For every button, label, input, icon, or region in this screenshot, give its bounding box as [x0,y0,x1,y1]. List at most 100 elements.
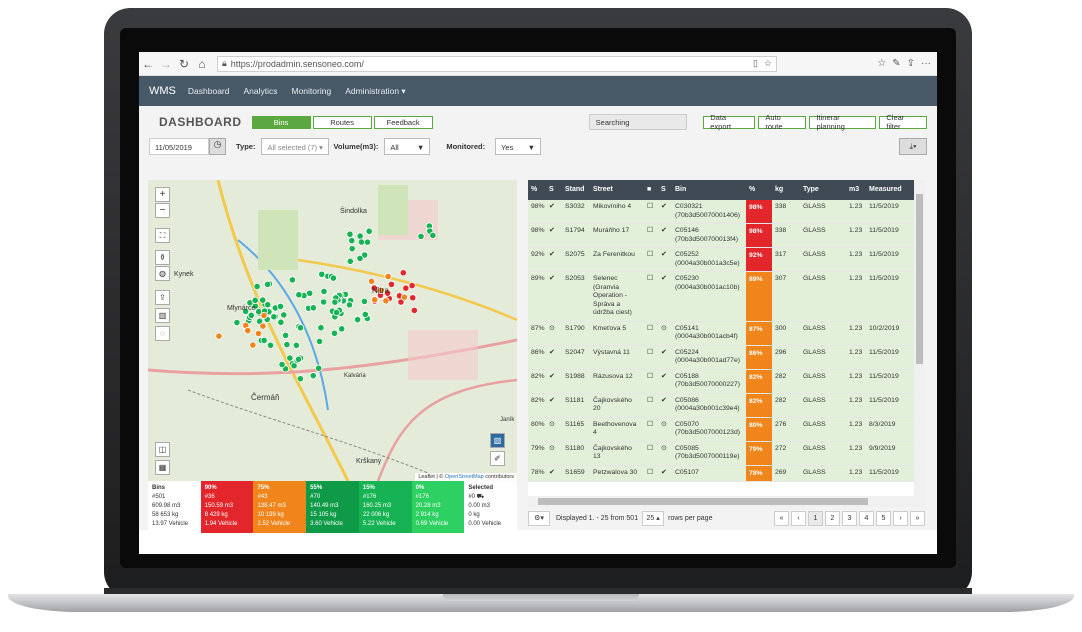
bin-marker[interactable] [365,227,373,235]
row-checkbox[interactable]: ☐ [644,418,658,433]
bin-marker[interactable] [384,272,392,281]
page-1-button[interactable]: 1 [808,510,823,526]
row-checkbox[interactable]: ☐ [644,322,658,337]
table-row[interactable]: 78% ✔ S1659 Petzwalova 30 ☐ ✔ C05107 78% 269 GLAS… [528,465,925,482]
bin-marker[interactable] [259,322,267,330]
bin-marker[interactable] [354,316,362,324]
bin-marker[interactable] [387,280,396,288]
bin-marker[interactable] [360,297,369,306]
col-s[interactable]: S [546,183,562,198]
bin-marker[interactable] [260,336,268,345]
favorite-star-icon[interactable]: ☆ [764,58,772,69]
last-page-button[interactable]: » [910,510,925,526]
bin-marker[interactable] [288,276,296,284]
col-pct[interactable]: % [528,183,546,198]
itinerar-planning-button[interactable]: Itinerar planning [809,113,877,131]
bin-marker[interactable] [332,308,341,317]
brand[interactable]: WMS [149,85,176,97]
tab-bins[interactable]: Bins [251,115,311,129]
table-row[interactable]: 80% ⊙ S1165 Beethovenova 4 ☐ ⊙ C05070 (70b3d50… [528,417,925,442]
bin-marker[interactable] [277,318,285,326]
bin-marker[interactable] [320,298,328,306]
row-checkbox[interactable]: ☐ [644,466,658,481]
back-icon[interactable]: ← [139,57,157,71]
prev-page-button[interactable]: ‹ [791,510,806,526]
col-stand[interactable]: Stand [562,183,590,198]
bin-marker[interactable] [363,238,372,246]
next-page-button[interactable]: › [893,510,908,526]
zoom-in-button[interactable]: + [155,187,170,202]
page-3-button[interactable]: 3 [842,510,857,526]
bin-marker[interactable] [356,254,364,262]
bin-marker[interactable] [408,281,416,290]
share-icon[interactable]: ⇪ [907,58,915,69]
fullscreen-icon[interactable]: ⛶ [155,228,170,243]
bin-marker[interactable] [399,269,407,277]
bin-marker[interactable] [244,326,252,335]
bin-marker[interactable] [233,318,241,327]
camera-icon[interactable]: ◫ [155,442,170,457]
clear-filter-button[interactable]: Clear filter [879,113,927,131]
bin-marker[interactable] [251,296,259,304]
table-row[interactable]: 82% ✔ S1988 Rázusova 12 ☐ ✔ C05188 (70b3d50070… [528,369,925,394]
col-select-all[interactable]: ■ [644,183,658,198]
bin-marker[interactable] [346,230,354,238]
table-row[interactable]: 87% ⊙ S1790 Kmeťova 5 ☐ ⊙ C05141 (0004a30b001a… [528,321,925,346]
zoom-out-button[interactable]: − [155,203,170,218]
table-row[interactable]: 92% ✔ S2075 Za Ferenitkou ☐ ✔ C05252 (0004a30b… [528,248,925,272]
bin-marker[interactable] [330,329,339,337]
summary-0[interactable]: 0% #176 20.28 m3 2 914 kg 0.69 Vehicle [411,481,465,533]
bin-marker[interactable] [215,332,223,340]
col-bin[interactable]: Bin [672,183,746,198]
layers-icon[interactable]: ▧ [490,433,505,448]
summary-15[interactable]: 15% #176 160.25 m3 22 006 kg 5.22 Vehicle [358,481,412,533]
forward-icon[interactable]: → [157,57,175,71]
auto-route-button[interactable]: Auto route [758,113,807,131]
row-checkbox[interactable]: ☐ [644,248,658,263]
bin-marker[interactable] [402,284,410,292]
bin-marker[interactable] [295,291,303,299]
col-s2[interactable]: S [658,183,672,198]
bin-marker[interactable] [345,301,354,309]
summary-75[interactable]: 75% #43 138.47 m3 10 199 kg 2.52 Vehicle [253,481,307,533]
col-kg[interactable]: kg [772,183,800,198]
table-row[interactable]: 79% ⊙ S1180 Čajkovského 13 ☐ ⊙ C05085 (70b3d50… [528,441,925,466]
bin-marker[interactable] [266,341,275,349]
bin-marker[interactable] [317,324,325,332]
osm-link[interactable]: OpenStreetMap [445,474,484,480]
table-row[interactable]: 98% ✔ S3032 Mikovíniho 4 ☐ ✔ C030321 (70b3d500… [528,200,925,224]
bin-marker[interactable] [309,372,317,380]
row-checkbox[interactable]: ☐ [644,346,658,361]
bin-marker[interactable] [348,245,356,253]
bin-marker[interactable] [292,341,300,349]
page-2-button[interactable]: 2 [825,510,840,526]
bin-marker[interactable] [371,296,379,304]
bin-marker[interactable] [306,289,314,297]
bin-marker[interactable] [264,301,272,309]
bin-marker[interactable] [315,364,323,372]
row-checkbox[interactable]: ☐ [644,200,658,215]
bin-marker[interactable] [290,362,298,370]
row-checkbox[interactable]: ☐ [644,442,658,457]
bin-marker[interactable] [356,232,364,240]
calendar-icon[interactable]: ◷ [209,137,226,155]
row-checkbox[interactable]: ☐ [644,272,658,287]
page-size-select[interactable]: 25 ▴ [642,510,665,526]
tab-routes[interactable]: Routes [312,115,372,129]
row-checkbox[interactable]: ☐ [644,224,658,239]
bin-marker[interactable] [361,310,369,318]
first-page-button[interactable]: « [774,510,789,526]
search-input[interactable]: Searching [588,114,688,130]
volume-select[interactable]: All ▼ [384,137,431,155]
bin-marker[interactable] [276,302,285,310]
col-type[interactable]: Type [800,183,846,198]
bar-chart-icon[interactable]: ▥ [155,308,170,323]
bin-marker[interactable] [254,329,263,338]
data-export-button[interactable]: Data export [703,113,756,131]
bin-marker[interactable] [318,270,326,278]
bin-marker[interactable] [429,231,437,240]
table-row[interactable]: 98% ✔ S1794 Muráňho 17 ☐ ✔ C05146 (70b3d500700… [528,224,925,248]
type-select[interactable]: All selected (7) ▾ [261,137,330,155]
table-row[interactable]: 82% ✔ S1181 Čajkovského 20 ☐ ✔ C05086 (0004a30… [528,393,925,418]
bin-marker[interactable] [286,354,294,362]
